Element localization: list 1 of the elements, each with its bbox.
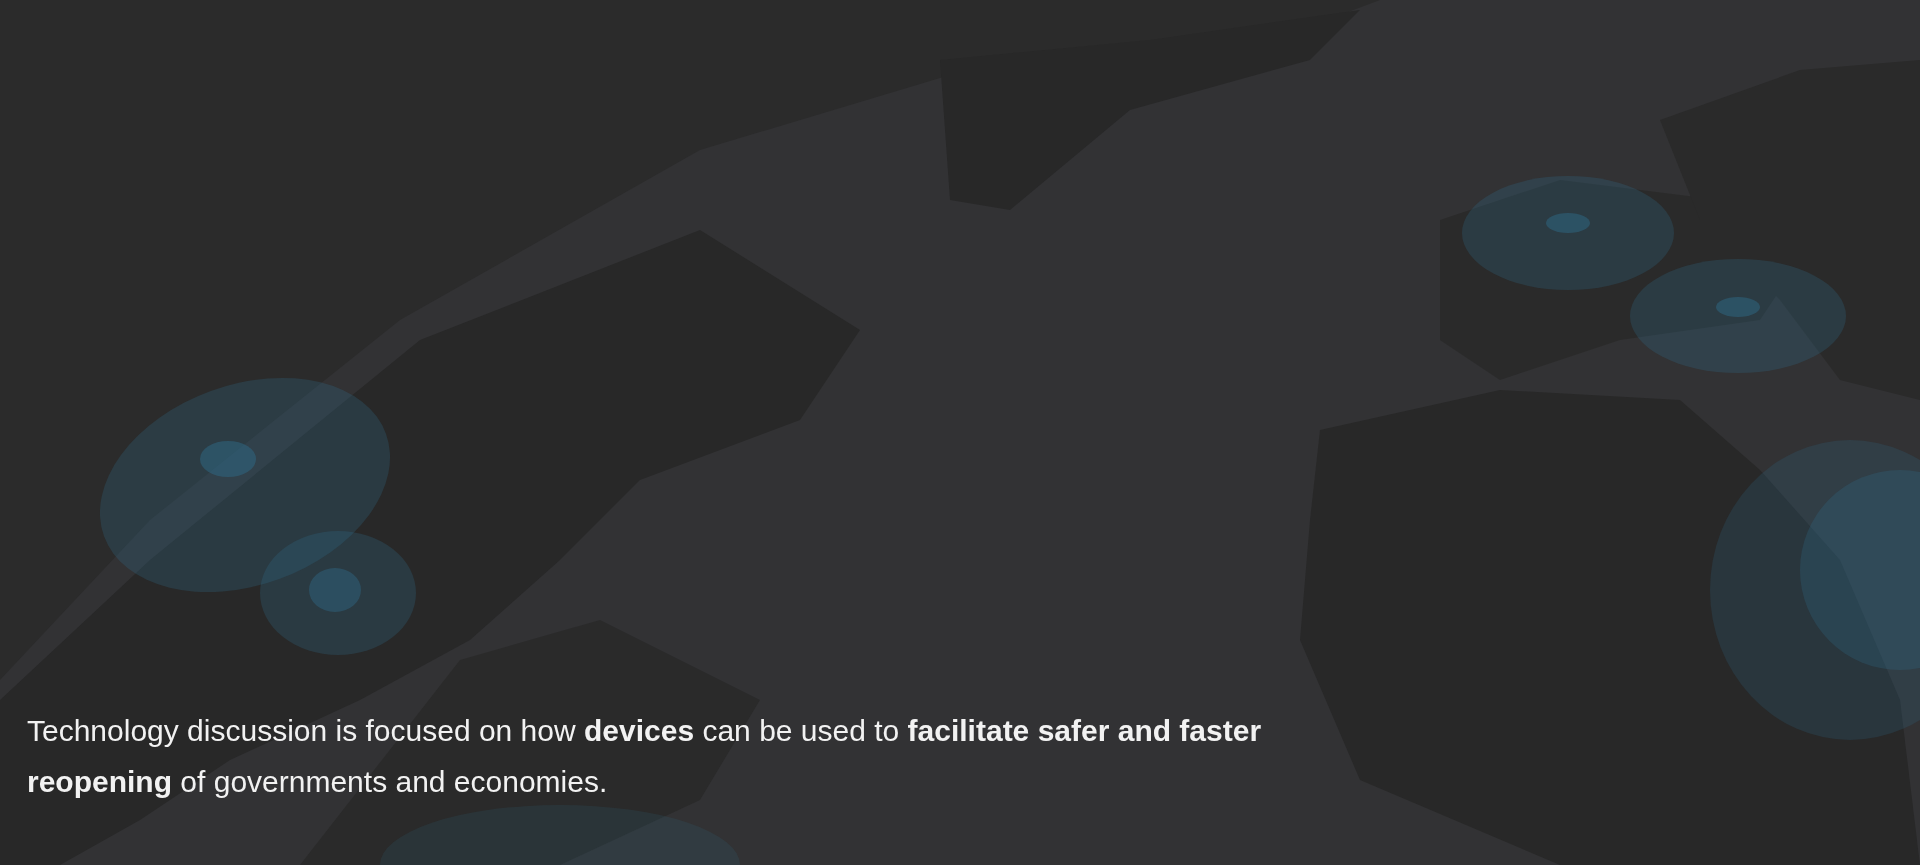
caption-text: Technology discussion is focused on how devices can be used to facilitate safer and faster reopening of governments and economies. [27, 713, 1263, 800]
